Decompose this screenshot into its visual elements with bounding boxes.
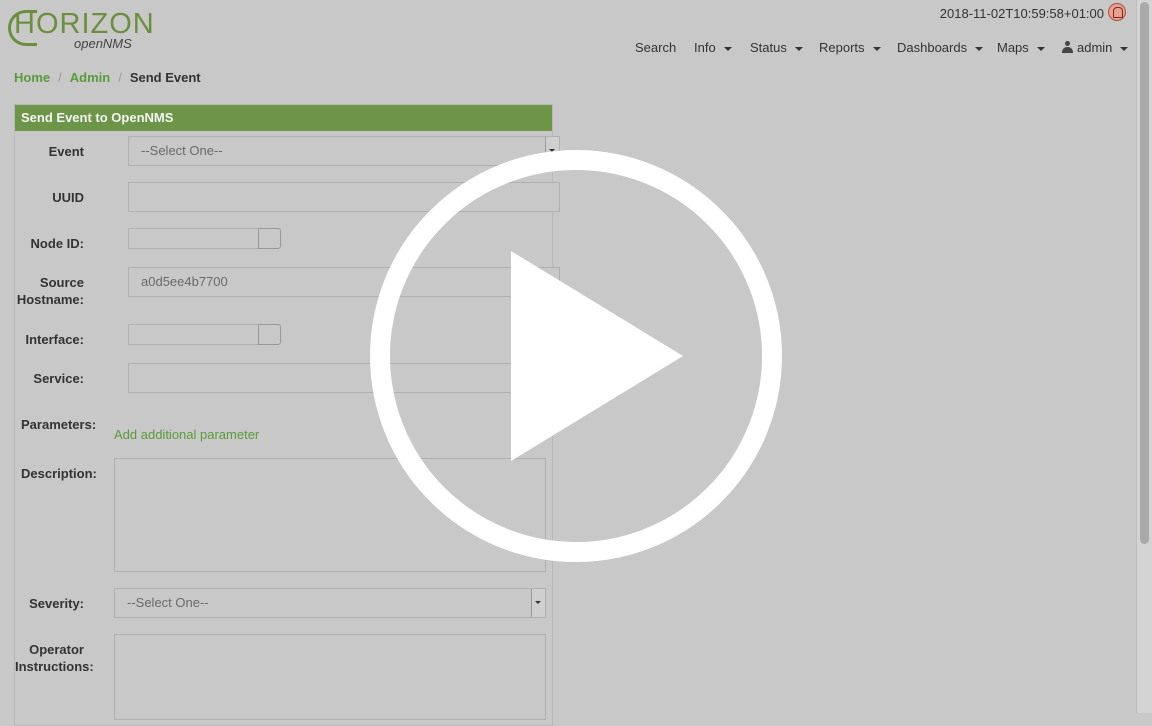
nav-search-label: Search	[635, 40, 677, 55]
breadcrumb-home[interactable]: Home	[14, 70, 50, 85]
nav-user-label: admin	[1077, 40, 1113, 55]
source-hostname-label-line1: Source	[39, 275, 84, 290]
logo-opennms-text: openNMS	[74, 36, 132, 51]
uuid-label: UUID	[52, 190, 84, 205]
caret-down-icon	[794, 46, 803, 51]
breadcrumb-current: Send Event	[129, 70, 201, 85]
nav-dashboards-label: Dashboards	[897, 40, 968, 55]
user-icon	[1062, 41, 1073, 53]
parameters-label: Parameters:	[21, 417, 97, 432]
play-icon	[511, 251, 683, 461]
panel-title: Send Event to OpenNMS	[15, 105, 552, 131]
severity-select-value: --Select One--	[127, 595, 209, 610]
service-label: Service:	[33, 371, 84, 386]
navbar: HORIZON openNMS 2018-11-02T10:59:58+01:0…	[0, 0, 1136, 64]
video-play-button[interactable]	[370, 150, 782, 562]
nav-maps[interactable]: Maps	[997, 40, 1045, 55]
breadcrumb-separator: /	[58, 70, 62, 85]
caret-down-icon	[872, 46, 881, 51]
operator-instructions-label-line2: Instructions:	[15, 659, 94, 674]
event-select-value: --Select One--	[141, 143, 223, 158]
node-id-label: Node ID:	[30, 236, 84, 251]
event-label: Event	[48, 144, 84, 159]
breadcrumb-admin[interactable]: Admin	[70, 70, 110, 85]
caret-down-icon	[975, 46, 984, 51]
add-parameter-link[interactable]: Add additional parameter	[114, 427, 259, 442]
severity-select[interactable]: --Select One--	[114, 588, 546, 618]
nav-reports[interactable]: Reports	[819, 40, 881, 55]
scrollbar-thumb[interactable]	[1140, 2, 1149, 544]
vertical-scrollbar[interactable]	[1136, 0, 1152, 713]
nav-reports-label: Reports	[819, 40, 865, 55]
caret-down-icon	[1036, 46, 1045, 51]
node-id-picker-button[interactable]	[258, 228, 281, 249]
breadcrumb-separator: /	[118, 70, 122, 85]
operator-instructions-label-line1: Operator	[29, 642, 84, 657]
interface-picker-button[interactable]	[258, 324, 281, 345]
server-timestamp: 2018-11-02T10:59:58+01:00	[939, 6, 1104, 21]
chevron-down-icon	[531, 589, 545, 617]
interface-input[interactable]	[128, 324, 259, 345]
nav-info-label: Info	[694, 40, 716, 55]
node-id-input[interactable]	[128, 228, 259, 249]
nav-status-label: Status	[750, 40, 787, 55]
nav-status[interactable]: Status	[750, 40, 803, 55]
breadcrumb: Home / Admin / Send Event	[14, 70, 201, 85]
logo[interactable]: HORIZON openNMS	[8, 6, 154, 56]
nav-info[interactable]: Info	[694, 40, 732, 55]
notification-bell-icon[interactable]	[1108, 3, 1126, 21]
nav-maps-label: Maps	[997, 40, 1029, 55]
description-label: Description:	[21, 466, 97, 481]
operator-instructions-textarea[interactable]	[114, 634, 546, 720]
caret-down-icon	[723, 46, 732, 51]
nav-dashboards[interactable]: Dashboards	[897, 40, 984, 55]
severity-label: Severity:	[29, 596, 84, 611]
nav-search[interactable]: Search	[635, 40, 676, 55]
interface-label: Interface:	[25, 332, 84, 347]
nav-user[interactable]: admin	[1062, 40, 1129, 55]
caret-down-icon	[1120, 46, 1129, 51]
source-hostname-label-line2: Hostname:	[16, 292, 84, 307]
